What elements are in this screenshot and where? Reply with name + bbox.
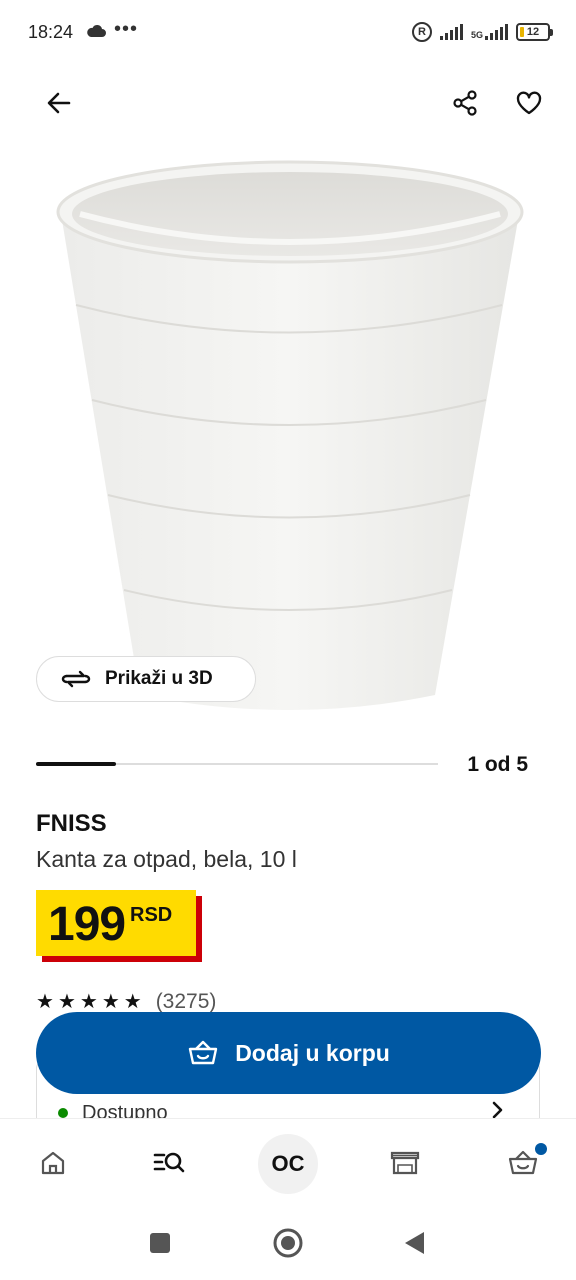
favorite-button[interactable] — [508, 82, 550, 124]
star-icon: ★ — [101, 991, 120, 1013]
add-to-cart-label: Dodaj u korpu — [235, 1039, 390, 1066]
status-indicators: R 5G 12 — [411, 22, 553, 42]
battery-level: 12 — [526, 26, 540, 38]
battery-icon: 12 — [516, 23, 553, 41]
gallery-progress-fill — [36, 762, 116, 766]
add-to-cart-button[interactable]: Dodaj u korpu — [36, 1012, 541, 1094]
star-icon: ★ — [36, 991, 54, 1013]
share-icon — [453, 90, 477, 116]
available-status-dot — [58, 1108, 68, 1118]
price-amount: 199 — [48, 898, 126, 951]
arrow-left-icon — [47, 92, 71, 114]
more-notifications-icon: ••• — [114, 18, 139, 40]
back-triangle-icon[interactable] — [405, 1232, 424, 1254]
view-3d-button[interactable]: Prikaži u 3D — [36, 656, 256, 702]
cloud-icon — [86, 24, 106, 43]
status-time: 18:24 — [28, 22, 74, 42]
registered-icon: R — [411, 22, 432, 42]
heart-icon — [516, 91, 542, 115]
share-button[interactable] — [444, 82, 486, 124]
cart-badge — [535, 1143, 547, 1155]
store-icon — [390, 1151, 420, 1175]
basket-icon — [188, 1040, 218, 1065]
recent-apps-icon[interactable] — [150, 1233, 170, 1253]
view-3d-label: Prikaži u 3D — [105, 668, 213, 689]
network-label: 5G — [470, 30, 483, 40]
nav-stores[interactable] — [382, 1140, 428, 1186]
product-image[interactable] — [40, 150, 540, 730]
rotate-3d-icon — [61, 670, 91, 688]
basket-icon — [508, 1150, 538, 1175]
home-icon — [41, 1151, 65, 1175]
star-icon: ★ — [123, 991, 142, 1013]
review-count: (3275) — [155, 990, 217, 1013]
signal-5g-icon: 5G — [471, 24, 508, 40]
system-navigation-bar — [0, 1210, 576, 1280]
product-name: FNISS — [36, 810, 107, 837]
status-bar: 18:24 ••• R 5G 12 — [0, 0, 576, 64]
nav-search[interactable] — [146, 1140, 192, 1186]
nav-profile[interactable]: OC — [258, 1134, 318, 1194]
product-rating[interactable]: ★ ★ ★ ★ ★ (3275) — [36, 990, 216, 1014]
price-currency: RSD — [130, 904, 173, 926]
star-icon: ★ — [79, 991, 98, 1013]
signal-icon — [439, 24, 463, 40]
star-icon: ★ — [57, 991, 76, 1013]
back-button[interactable] — [38, 82, 80, 124]
search-icon — [153, 1152, 185, 1173]
product-description: Kanta za otpad, bela, 10 l — [36, 846, 297, 872]
gallery-counter: 1 od 5 — [467, 753, 528, 776]
nav-home[interactable] — [30, 1140, 76, 1186]
